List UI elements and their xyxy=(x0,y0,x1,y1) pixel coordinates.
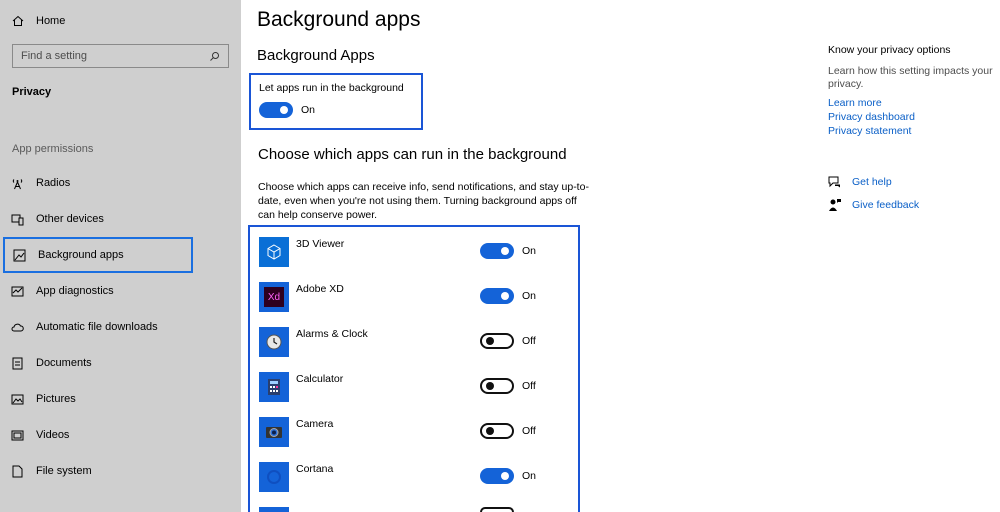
sidebar-item-label: File system xyxy=(36,465,92,477)
learn-more-link[interactable]: Learn more xyxy=(828,97,998,109)
master-toggle-label: Let apps run in the background xyxy=(259,82,404,94)
app-name: Camera xyxy=(296,418,334,430)
app-row-camera: Camera Off xyxy=(259,417,559,449)
diagnostics-icon xyxy=(11,285,24,298)
choose-apps-heading: Choose which apps can run in the backgro… xyxy=(258,146,567,163)
toggle-knob xyxy=(486,427,494,435)
app-row-3d-viewer: 3D Viewer On xyxy=(259,237,559,269)
master-toggle[interactable] xyxy=(259,102,293,118)
master-toggle-state: On xyxy=(301,104,316,116)
app-icon-partial xyxy=(259,507,289,512)
app-toggle-state: On xyxy=(522,290,537,302)
radio-tower-icon xyxy=(11,177,24,190)
file-icon xyxy=(11,465,24,478)
adobe-xd-logo: Xd xyxy=(264,287,284,307)
toggle-knob xyxy=(486,382,494,390)
sidebar-item-pictures[interactable]: Pictures xyxy=(3,381,193,417)
section-title: Privacy xyxy=(12,86,52,98)
search-icon xyxy=(210,51,219,61)
toggle-knob xyxy=(501,247,509,255)
app-toggle[interactable] xyxy=(480,423,514,439)
section-heading: Background Apps xyxy=(257,47,375,64)
privacy-dashboard-link[interactable]: Privacy dashboard xyxy=(828,111,998,123)
app-row-alarms-clock: Alarms & Clock Off xyxy=(259,327,559,359)
app-toggle-state: On xyxy=(522,470,537,482)
toggle-knob xyxy=(501,472,509,480)
sidebar-item-documents[interactable]: Documents xyxy=(3,345,193,381)
choose-apps-description: Choose which apps can receive info, send… xyxy=(258,181,589,221)
sidebar-item-file-system[interactable]: File system xyxy=(3,453,193,489)
app-name: Alarms & Clock xyxy=(296,328,368,340)
app-row-adobe-xd: Xd Adobe XD On xyxy=(259,282,559,314)
sidebar-item-radios[interactable]: Radios xyxy=(3,165,193,201)
video-icon xyxy=(11,429,24,442)
sidebar-item-background-apps[interactable]: Background apps xyxy=(3,237,193,273)
sidebar-item-label: Other devices xyxy=(36,213,104,225)
background-apps-icon xyxy=(13,249,26,262)
3d-viewer-icon xyxy=(259,237,289,267)
home-nav[interactable]: Home xyxy=(12,12,65,30)
page-title: Background apps xyxy=(257,8,421,31)
toggle-knob xyxy=(486,337,494,345)
cortana-icon xyxy=(259,462,289,492)
get-help-label: Get help xyxy=(852,176,892,188)
feedback-icon xyxy=(829,199,841,211)
give-feedback-label: Give feedback xyxy=(852,199,920,211)
search-placeholder: Find a setting xyxy=(21,50,88,62)
sidebar-item-label: Documents xyxy=(36,357,92,369)
sidebar-item-label: Background apps xyxy=(38,249,124,261)
app-name: Adobe XD xyxy=(296,283,344,295)
help-chat-icon xyxy=(828,176,840,188)
sidebar-item-automatic-file-downloads[interactable]: Automatic file downloads xyxy=(3,309,193,345)
app-toggle[interactable] xyxy=(480,243,514,259)
app-row-calculator: Calculator Off xyxy=(259,372,559,404)
sidebar-item-label: Automatic file downloads xyxy=(36,321,158,333)
sidebar: Home Find a setting Privacy App permissi… xyxy=(0,0,241,512)
app-toggle[interactable] xyxy=(480,468,514,484)
devices-icon xyxy=(11,213,24,226)
app-toggle-state: Off xyxy=(522,425,536,437)
privacy-statement-link[interactable]: Privacy statement xyxy=(828,125,998,137)
sidebar-item-label: Pictures xyxy=(36,393,76,405)
privacy-options-title: Know your privacy options xyxy=(828,44,951,56)
camera-icon xyxy=(259,417,289,447)
home-label: Home xyxy=(36,15,66,27)
group-label: App permissions xyxy=(12,143,94,155)
app-toggle[interactable] xyxy=(480,378,514,394)
adobe-xd-icon: Xd xyxy=(259,282,289,312)
calculator-icon xyxy=(259,372,289,402)
sidebar-item-app-diagnostics[interactable]: App diagnostics xyxy=(3,273,193,309)
app-toggle-state: Off xyxy=(522,335,536,347)
toggle-knob xyxy=(280,106,288,114)
app-toggle[interactable] xyxy=(480,288,514,304)
sidebar-item-videos[interactable]: Videos xyxy=(3,417,193,453)
give-feedback-link[interactable]: Give feedback xyxy=(828,198,919,212)
app-name: 3D Viewer xyxy=(296,238,345,250)
app-name: Cortana xyxy=(296,463,334,475)
get-help-link[interactable]: Get help xyxy=(828,175,892,189)
sidebar-item-other-devices[interactable]: Other devices xyxy=(3,201,193,237)
picture-icon xyxy=(11,393,24,406)
document-icon xyxy=(11,357,24,370)
app-name: Calculator xyxy=(296,373,344,385)
home-icon xyxy=(12,15,24,26)
clock-icon xyxy=(259,327,289,357)
privacy-options-desc: Learn how this setting impacts your priv… xyxy=(828,65,993,90)
sidebar-item-label: Videos xyxy=(36,429,70,441)
app-toggle[interactable] xyxy=(480,333,514,349)
search-input[interactable]: Find a setting xyxy=(12,44,229,68)
app-toggle-partial[interactable] xyxy=(480,507,514,512)
sidebar-item-label: App diagnostics xyxy=(36,285,114,297)
toggle-knob xyxy=(501,292,509,300)
app-row-cortana: Cortana On xyxy=(259,462,559,494)
cloud-icon xyxy=(11,321,24,334)
app-toggle-state: On xyxy=(522,245,537,257)
sidebar-item-label: Radios xyxy=(36,177,71,189)
app-toggle-state: Off xyxy=(522,380,536,392)
